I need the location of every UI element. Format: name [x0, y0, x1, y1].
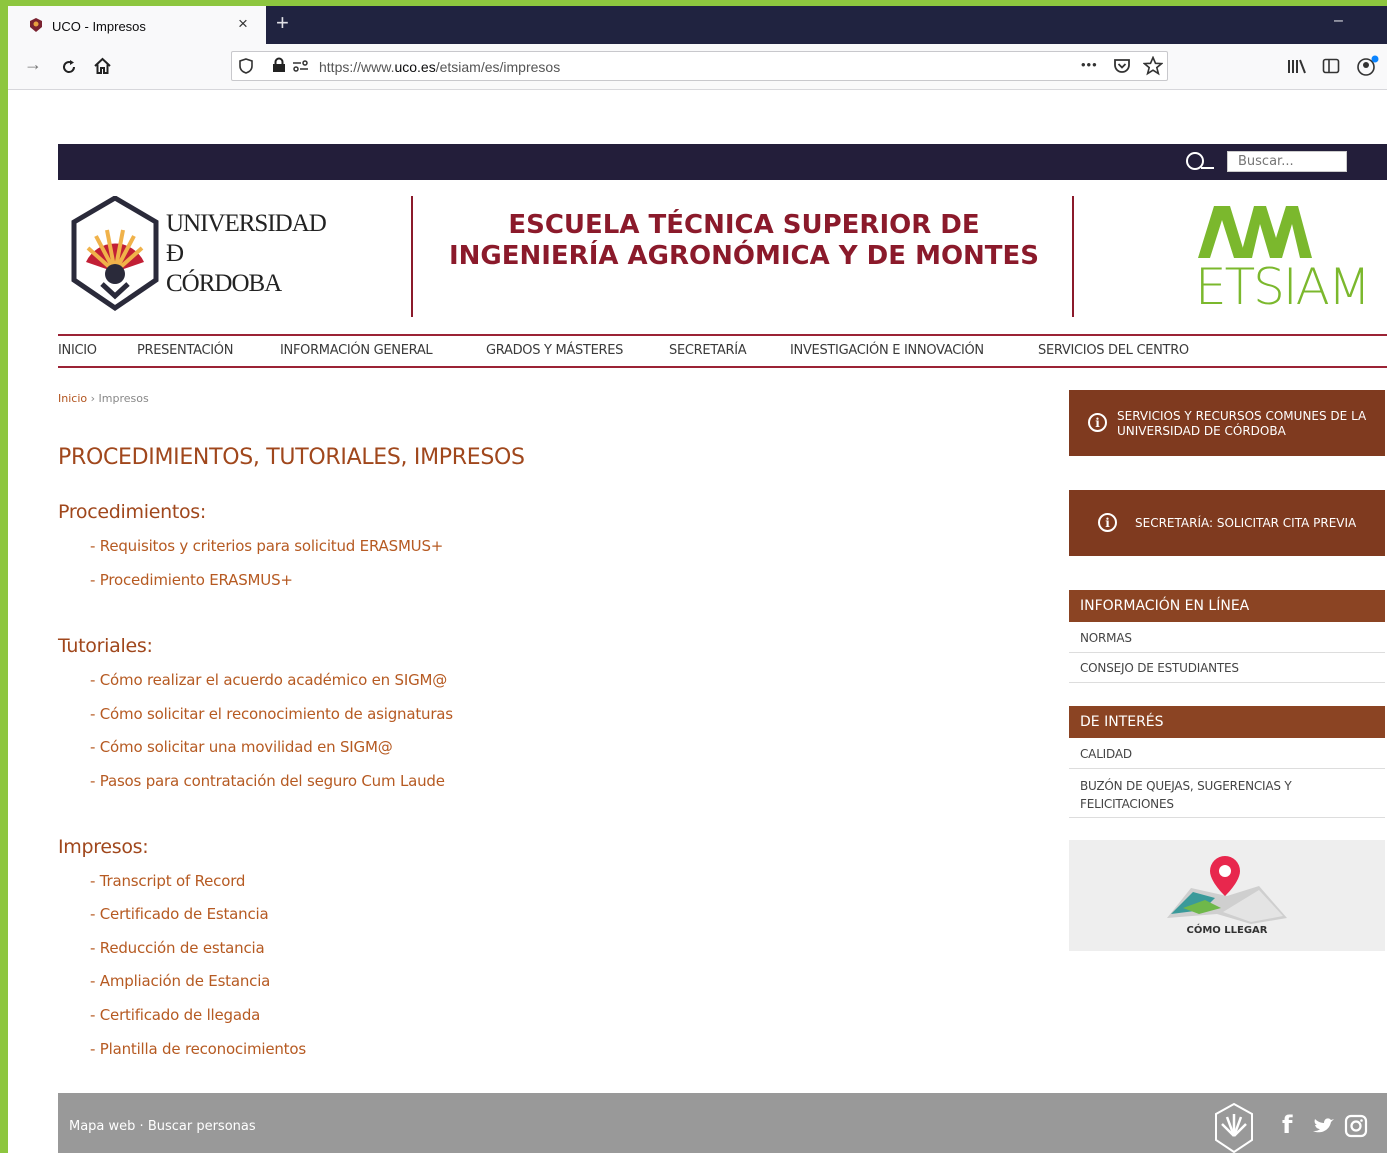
url-domain: uco.es — [394, 59, 436, 75]
nav-inicio[interactable]: INICIO — [58, 343, 97, 358]
nav-servicios-centro[interactable]: SERVICIOS DEL CENTRO — [1038, 343, 1189, 358]
url-text[interactable]: https://www.uco.es/etsiam/es/impresos — [319, 59, 560, 75]
nav-presentacion[interactable]: PRESENTACIÓN — [137, 343, 233, 358]
servicios-recursos-label: SERVICIOS Y RECURSOS COMUNES DE LA UNIVE… — [1117, 409, 1367, 438]
link-requisitos-erasmus[interactable]: - Requisitos y criterios para solicitud … — [90, 537, 443, 555]
cita-previa-button[interactable]: i SECRETARÍA: SOLICITAR CITA PREVIA — [1069, 490, 1385, 556]
link-plantilla-reconocimientos[interactable]: - Plantilla de reconocimientos — [90, 1040, 306, 1058]
uco-favicon-icon — [30, 18, 42, 32]
nav-grados-masteres[interactable]: GRADOS Y MÁSTERES — [486, 343, 623, 358]
uco-logo-line-2: Ð — [166, 240, 184, 267]
link-certificado-estancia[interactable]: - Certificado de Estancia — [90, 905, 269, 923]
de-interes-heading: DE INTERÉS — [1069, 706, 1385, 738]
url-path: /etsiam/es/impresos — [435, 59, 561, 75]
etsiam-logo-text: ETSIAM — [1195, 258, 1371, 316]
header-divider — [1072, 196, 1074, 317]
permissions-icon[interactable] — [292, 60, 309, 72]
school-title: ESCUELA TÉCNICA SUPERIOR DE INGENIERÍA A… — [448, 210, 1040, 271]
uco-logo-icon[interactable] — [70, 196, 160, 314]
sidebar-item-consejo-estudiantes[interactable]: CONSEJO DE ESTUDIANTES — [1069, 653, 1385, 683]
breadcrumb: Inicio › Impresos — [58, 392, 149, 405]
sidebar-item-buzon-quejas[interactable]: BUZÓN DE QUEJAS, SUGERENCIAS Y FELICITAC… — [1069, 769, 1385, 818]
search-icon[interactable] — [1184, 150, 1216, 174]
minimize-icon[interactable]: – — [1334, 12, 1343, 30]
twitter-icon[interactable] — [1311, 1116, 1335, 1136]
uco-footer-logo-icon[interactable] — [1213, 1102, 1255, 1153]
tab-close-icon[interactable]: × — [238, 14, 248, 34]
link-procedimiento-erasmus[interactable]: - Procedimiento ERASMUS+ — [90, 571, 293, 589]
link-ampliacion-estancia[interactable]: - Ampliación de Estancia — [90, 972, 270, 990]
pocket-icon[interactable] — [1113, 57, 1131, 75]
link-transcript-of-record[interactable]: - Transcript of Record — [90, 872, 245, 890]
footer-links[interactable]: Mapa web · Buscar personas — [69, 1119, 256, 1134]
page-title: PROCEDIMIENTOS, TUTORIALES, IMPRESOS — [58, 445, 525, 470]
section-heading-procedimientos: Procedimientos: — [58, 501, 207, 523]
link-reconocimiento-asignaturas[interactable]: - Cómo solicitar el reconocimiento de as… — [90, 705, 453, 723]
library-icon[interactable] — [1287, 58, 1307, 74]
breadcrumb-separator: › — [87, 392, 99, 405]
como-llegar-banner[interactable]: CÓMO LLEGAR — [1069, 840, 1385, 951]
sidebar-item-normas[interactable]: NORMAS — [1069, 622, 1385, 653]
header-divider — [411, 196, 413, 317]
footer — [58, 1093, 1387, 1153]
new-tab-icon[interactable]: + — [276, 10, 289, 36]
page-actions-icon[interactable]: ••• — [1081, 57, 1098, 72]
nav-secretaria[interactable]: SECRETARÍA — [669, 343, 747, 358]
link-certificado-llegada[interactable]: - Certificado de llegada — [90, 1006, 260, 1024]
info-icon: i — [1088, 413, 1107, 432]
link-solicitar-movilidad[interactable]: - Cómo solicitar una movilidad en SIGM@ — [90, 738, 393, 756]
sidebar-item-calidad[interactable]: CALIDAD — [1069, 738, 1385, 769]
search-input[interactable] — [1227, 151, 1347, 172]
uco-logo-line-3: CÓRDOBA — [166, 270, 282, 297]
bookmark-star-icon[interactable] — [1143, 56, 1163, 76]
url-prefix: https://www. — [319, 59, 395, 75]
como-llegar-label: CÓMO LLEGAR — [1186, 925, 1268, 936]
cita-previa-label: SECRETARÍA: SOLICITAR CITA PREVIA — [1135, 516, 1357, 530]
info-icon: i — [1098, 513, 1117, 532]
link-seguro-cum-laude[interactable]: - Pasos para contratación del seguro Cum… — [90, 772, 445, 790]
section-heading-impresos: Impresos: — [58, 836, 149, 858]
servicios-recursos-button[interactable]: i SERVICIOS Y RECURSOS COMUNES DE LA UNI… — [1069, 390, 1385, 456]
link-reduccion-estancia[interactable]: - Reducción de estancia — [90, 939, 265, 957]
tab-title: UCO - Impresos — [52, 19, 146, 34]
etsiam-am-logo-icon[interactable] — [1196, 202, 1316, 260]
nav-investigacion[interactable]: INVESTIGACIÓN E INNOVACIÓN — [790, 343, 984, 358]
reload-icon[interactable] — [60, 58, 78, 76]
link-acuerdo-academico[interactable]: - Cómo realizar el acuerdo académico en … — [90, 671, 447, 689]
breadcrumb-current: Impresos — [98, 392, 149, 405]
uco-logo-line-1: UNIVERSIDAD — [166, 210, 327, 237]
lock-icon[interactable] — [272, 57, 286, 73]
info-en-linea-heading: INFORMACIÓN EN LÍNEA — [1069, 590, 1385, 622]
nav-informacion-general[interactable]: INFORMACIÓN GENERAL — [280, 343, 433, 358]
map-pin-icon — [1167, 856, 1287, 924]
instagram-icon[interactable] — [1344, 1114, 1368, 1138]
facebook-icon[interactable]: f — [1282, 1111, 1292, 1139]
breadcrumb-home[interactable]: Inicio — [58, 392, 87, 405]
section-heading-tutoriales: Tutoriales: — [58, 635, 153, 657]
account-icon[interactable] — [1356, 55, 1380, 77]
home-icon[interactable] — [93, 57, 112, 76]
shield-icon[interactable] — [239, 58, 253, 74]
forward-icon[interactable]: → — [24, 54, 42, 75]
sidebar-toggle-icon[interactable] — [1322, 58, 1340, 74]
